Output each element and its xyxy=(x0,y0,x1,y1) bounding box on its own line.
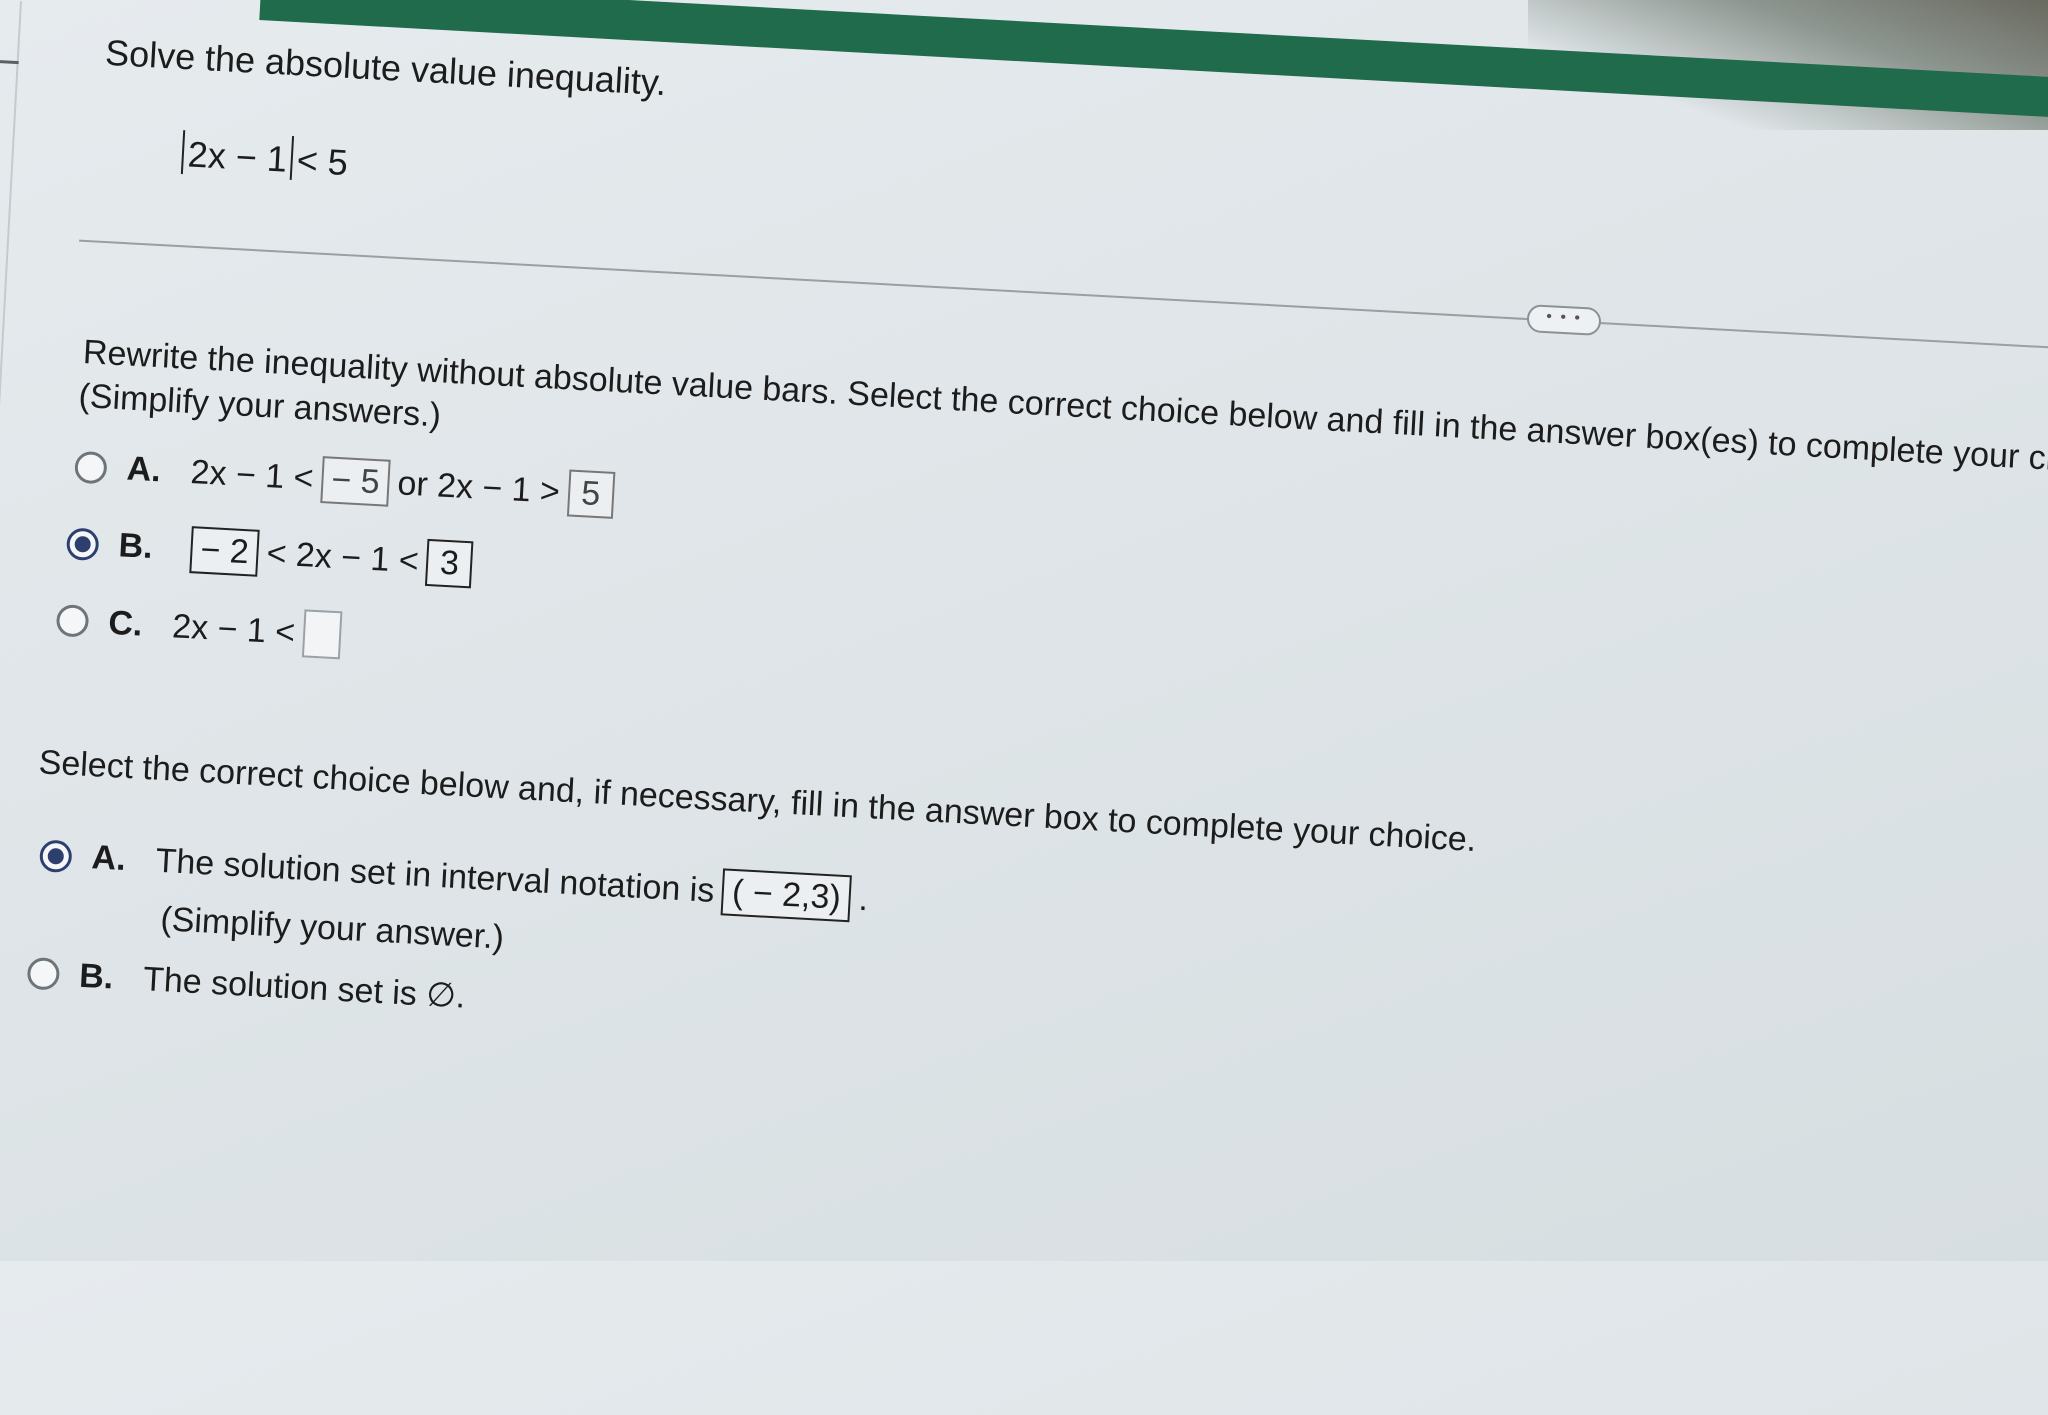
choice-letter: C. xyxy=(107,603,144,644)
answer-box[interactable]: − 2 xyxy=(189,526,260,577)
answer-box[interactable]: 3 xyxy=(425,538,474,589)
part2-choice-a-subtext: (Simplify your answer.) xyxy=(159,900,505,957)
choice-period: . xyxy=(857,879,870,919)
radio-button[interactable] xyxy=(74,450,108,484)
answer-box[interactable]: − 5 xyxy=(320,456,391,507)
expression-inner: 2x − 1 xyxy=(186,133,288,180)
section-divider xyxy=(79,239,2048,350)
problem-title: Solve the absolute value inequality. xyxy=(104,31,668,104)
abs-bar-right xyxy=(289,135,295,181)
choice-text: < 2x − 1 < xyxy=(265,534,420,581)
radio-button-selected[interactable] xyxy=(65,526,100,561)
answer-box-empty[interactable] xyxy=(301,609,343,660)
answer-box[interactable]: ( − 2,3) xyxy=(720,868,853,923)
choice-text: 2x − 1 < xyxy=(171,606,297,652)
part1-choice-a[interactable]: A. 2x − 1 < − 5 or 2x − 1 > 5 xyxy=(74,443,623,520)
left-border xyxy=(0,1,22,1300)
part1-choice-b[interactable]: B. − 2 < 2x − 1 < 3 xyxy=(65,519,481,589)
problem-page: Solve the absolute value inequality. 2x … xyxy=(0,0,2048,1370)
part1-choice-c[interactable]: C. 2x − 1 < xyxy=(55,596,350,660)
choice-text: 2x − 1 < xyxy=(189,453,315,498)
problem-expression: 2x − 1 < 5 xyxy=(177,130,349,184)
expression-rest: < 5 xyxy=(295,139,349,184)
choice-letter: B. xyxy=(78,956,115,997)
part2-choice-b[interactable]: B. The solution set is ∅. xyxy=(26,953,466,1017)
collapse-handle-icon[interactable] xyxy=(0,59,19,65)
choice-text: or 2x − 1 > xyxy=(396,464,561,511)
choice-letter: B. xyxy=(117,526,154,567)
choice-text: The solution set in interval notation is xyxy=(154,841,716,910)
radio-button[interactable] xyxy=(26,956,61,991)
more-options-button[interactable]: • • • xyxy=(1526,304,1602,337)
choice-letter: A. xyxy=(90,838,127,879)
radio-button[interactable] xyxy=(55,603,90,638)
choice-letter: A. xyxy=(125,449,162,490)
abs-bar-left xyxy=(180,130,186,175)
radio-button-selected[interactable] xyxy=(38,838,73,873)
answer-box[interactable]: 5 xyxy=(566,469,616,519)
choice-text: The solution set is ∅. xyxy=(142,960,467,1016)
